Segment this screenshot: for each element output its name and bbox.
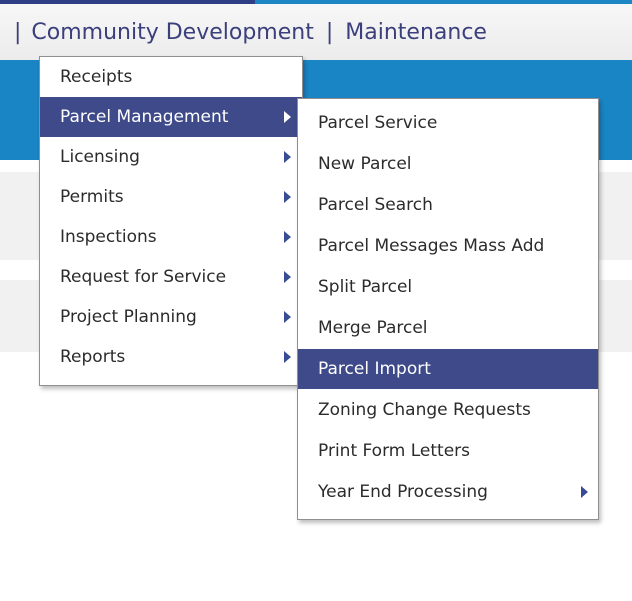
menu-item-parcel-service[interactable]: Parcel Service [298,103,598,143]
nav-separator: | [14,19,22,45]
community-development-menu: Receipts Parcel Management Licensing Per… [39,56,303,386]
menu-item-merge-parcel[interactable]: Merge Parcel [298,308,598,348]
nav-community-development[interactable]: Community Development [31,20,313,45]
menu-item-label: Parcel Import [318,359,431,379]
submenu-arrow-icon [284,111,291,123]
menu-item-label: Project Planning [60,307,197,327]
nav-maintenance[interactable]: Maintenance [345,20,487,45]
menu-item-new-parcel[interactable]: New Parcel [298,144,598,184]
menu-item-label: Split Parcel [318,277,413,297]
submenu-arrow-icon [284,351,291,363]
nav-separator: | [325,19,334,45]
menu-item-label: Parcel Search [318,195,433,215]
menu-item-label: Year End Processing [318,482,488,502]
menu-item-label: Receipts [60,67,133,87]
menu-item-label: Parcel Messages Mass Add [318,236,545,256]
menu-item-label: Request for Service [60,267,227,287]
menu-item-label: Licensing [60,147,140,167]
menu-item-label: Parcel Management [60,107,229,127]
menu-item-request-for-service[interactable]: Request for Service [40,257,302,297]
submenu-arrow-icon [581,486,588,498]
menu-item-reports[interactable]: Reports [40,337,302,377]
submenu-arrow-icon [284,271,291,283]
menu-item-year-end-processing[interactable]: Year End Processing [298,472,598,512]
menu-item-project-planning[interactable]: Project Planning [40,297,302,337]
menu-item-parcel-management[interactable]: Parcel Management [40,97,302,137]
menu-item-parcel-import[interactable]: Parcel Import [298,349,598,389]
menu-item-split-parcel[interactable]: Split Parcel [298,267,598,307]
menu-item-label: Inspections [60,227,157,247]
top-navbar: | Community Development | Maintenance [0,4,632,60]
menu-item-label: Print Form Letters [318,441,471,461]
menu-item-inspections[interactable]: Inspections [40,217,302,257]
menu-item-parcel-search[interactable]: Parcel Search [298,185,598,225]
submenu-arrow-icon [284,151,291,163]
menu-item-licensing[interactable]: Licensing [40,137,302,177]
menu-item-label: Reports [60,347,126,367]
menu-item-label: Permits [60,187,124,207]
menu-item-parcel-messages-mass-add[interactable]: Parcel Messages Mass Add [298,226,598,266]
menu-item-label: Parcel Service [318,113,438,133]
menu-item-print-form-letters[interactable]: Print Form Letters [298,431,598,471]
menu-item-receipts[interactable]: Receipts [40,57,302,97]
parcel-management-submenu: Parcel Service New Parcel Parcel Search … [297,98,599,520]
menu-item-permits[interactable]: Permits [40,177,302,217]
menu-item-zoning-change-requests[interactable]: Zoning Change Requests [298,390,598,430]
menu-item-label: Merge Parcel [318,318,428,338]
menu-item-label: Zoning Change Requests [318,400,531,420]
submenu-arrow-icon [284,311,291,323]
submenu-arrow-icon [284,231,291,243]
submenu-arrow-icon [284,191,291,203]
menu-item-label: New Parcel [318,154,412,174]
